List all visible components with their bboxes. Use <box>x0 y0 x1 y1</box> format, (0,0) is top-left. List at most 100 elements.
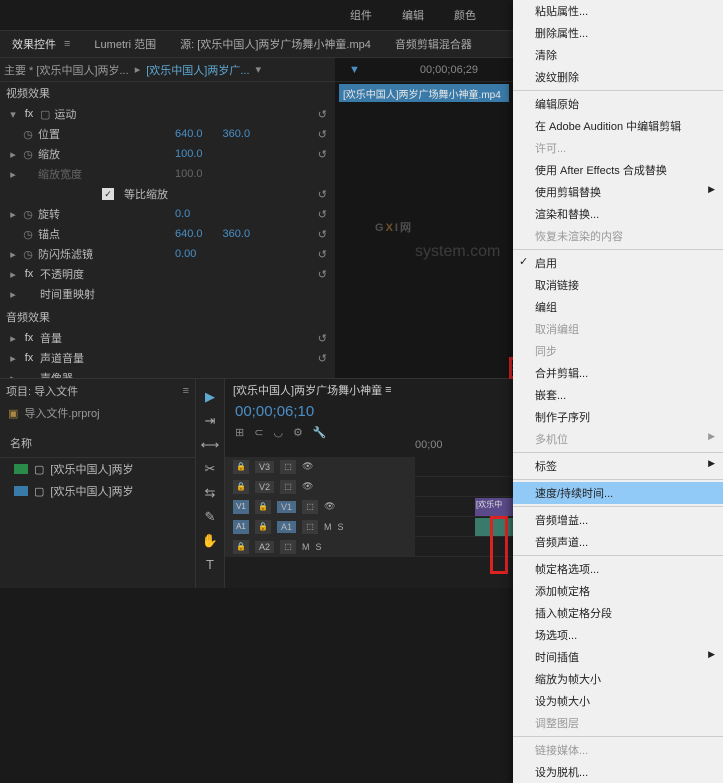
menu-enable[interactable]: ✓启用 <box>513 252 723 274</box>
lock-icon[interactable]: 🔒 <box>233 540 249 554</box>
ripple-edit-tool-icon[interactable]: ⟷ <box>201 437 220 453</box>
expand-icon[interactable]: ▸ <box>8 148 18 161</box>
lock-icon[interactable]: 🔒 <box>233 480 249 494</box>
anchor-y[interactable]: 360.0 <box>223 228 251 240</box>
snap-icon[interactable]: ⊞ <box>235 426 244 439</box>
item-checkbox[interactable]: ▢ <box>34 463 44 476</box>
slip-tool-icon[interactable]: ⇆ <box>205 485 216 501</box>
menu-nest[interactable]: 嵌套... <box>513 384 723 406</box>
reset-icon[interactable]: ↺ <box>318 188 327 201</box>
menu-speed-duration[interactable]: 速度/持续时间... <box>513 482 723 504</box>
mute-button[interactable]: M <box>324 522 332 532</box>
expand-icon[interactable]: ▸ <box>8 352 18 365</box>
project-item[interactable]: ▢[欢乐中国人]两岁 <box>0 480 195 502</box>
tab-audio-mixer[interactable]: 音频剪辑混合器 <box>383 36 484 52</box>
linked-selection-icon[interactable]: ⊂ <box>254 426 263 439</box>
reset-icon[interactable]: ↺ <box>318 208 327 221</box>
reset-icon[interactable]: ↺ <box>318 228 327 241</box>
expand-icon[interactable]: ▸ <box>8 288 18 301</box>
reset-icon[interactable]: ↺ <box>318 352 327 365</box>
expand-icon[interactable]: ▸ <box>8 268 18 281</box>
eye-icon[interactable]: 👁 <box>302 461 313 472</box>
expand-icon[interactable]: ▸ <box>8 332 18 345</box>
track-a2[interactable]: A2 <box>255 541 274 553</box>
fx-badge[interactable]: fx <box>22 108 36 120</box>
rotation-value[interactable]: 0.0 <box>175 208 190 220</box>
clip-bar[interactable]: [欢乐中国人]两岁广场舞小神童.mp4 <box>339 84 509 102</box>
flicker-value[interactable]: 0.00 <box>175 248 196 260</box>
ec-clip-label[interactable]: [欢乐中国人]两岁广... <box>146 62 249 78</box>
tab-source[interactable]: 源: [欢乐中国人]两岁广场舞小神童.mp4 <box>168 36 383 52</box>
track-v1[interactable]: V1 <box>277 501 296 513</box>
menu-field-options[interactable]: 场选项... <box>513 624 723 646</box>
position-x[interactable]: 640.0 <box>175 128 203 140</box>
stopwatch-icon[interactable]: ◷ <box>22 128 34 141</box>
fx-badge[interactable]: fx <box>22 268 36 280</box>
expand-icon[interactable]: ▸ <box>8 168 18 181</box>
tab-color[interactable]: 颜色 <box>454 7 476 23</box>
panel-menu-icon[interactable]: ≡ <box>64 38 70 50</box>
lock-icon[interactable]: 🔒 <box>255 520 271 534</box>
menu-add-frame-hold[interactable]: 添加帧定格 <box>513 580 723 602</box>
tab-edit[interactable]: 编辑 <box>402 7 424 23</box>
opacity-label[interactable]: 不透明度 <box>40 266 84 282</box>
toggle-output-icon[interactable]: ⬚ <box>302 520 318 534</box>
menu-make-offline[interactable]: 设为脱机... <box>513 761 723 783</box>
project-title[interactable]: 项目: 导入文件 <box>6 383 78 399</box>
tab-effect-controls[interactable]: 效果控件≡ <box>0 36 82 52</box>
pen-tool-icon[interactable]: ✎ <box>205 509 216 525</box>
stopwatch-icon[interactable]: ◷ <box>22 208 34 221</box>
expand-icon[interactable]: ▾ <box>8 108 18 121</box>
toggle-output-icon[interactable]: ⬚ <box>280 480 296 494</box>
position-y[interactable]: 360.0 <box>223 128 251 140</box>
menu-frame-hold-options[interactable]: 帧定格选项... <box>513 558 723 580</box>
fx-badge[interactable]: fx <box>22 352 36 364</box>
eye-icon[interactable]: 👁 <box>302 481 313 492</box>
reset-icon[interactable]: ↺ <box>318 268 327 281</box>
tab-assembly[interactable]: 组件 <box>350 7 372 23</box>
menu-clear[interactable]: 清除 <box>513 44 723 66</box>
scale-value[interactable]: 100.0 <box>175 148 203 160</box>
menu-insert-frame-hold-segment[interactable]: 插入帧定格分段 <box>513 602 723 624</box>
item-checkbox[interactable]: ▢ <box>34 485 44 498</box>
reset-icon[interactable]: ↺ <box>318 248 327 261</box>
menu-edit-original[interactable]: 编辑原始 <box>513 93 723 115</box>
stopwatch-icon[interactable]: ◷ <box>22 248 34 261</box>
dropdown-icon[interactable]: ▾ <box>256 63 262 76</box>
timeremap-label[interactable]: 时间重映射 <box>40 286 95 302</box>
menu-unlink[interactable]: 取消链接 <box>513 274 723 296</box>
toggle-output-icon[interactable]: ⬚ <box>280 540 296 554</box>
fx-badge[interactable]: fx <box>22 332 36 344</box>
track-select-tool-icon[interactable]: ⇥ <box>205 413 216 429</box>
menu-edit-audition[interactable]: 在 Adobe Audition 中编辑剪辑 <box>513 115 723 137</box>
mute-button[interactable]: M <box>302 542 310 552</box>
toggle-output-icon[interactable]: ⬚ <box>302 500 318 514</box>
source-patch-v1[interactable]: V1 <box>233 500 249 514</box>
motion-label[interactable]: 运动 <box>54 106 76 122</box>
volume-label[interactable]: 音量 <box>40 330 62 346</box>
menu-ripple-delete[interactable]: 波纹删除 <box>513 66 723 88</box>
marker-icon[interactable]: ◡ <box>273 426 283 439</box>
project-item[interactable]: ▢[欢乐中国人]两岁 <box>0 458 195 480</box>
menu-merge-clips[interactable]: 合并剪辑... <box>513 362 723 384</box>
menu-remove-attributes[interactable]: 删除属性... <box>513 22 723 44</box>
source-patch-a1[interactable]: A1 <box>233 520 249 534</box>
stopwatch-icon[interactable]: ◷ <box>22 228 34 241</box>
uniform-scale-checkbox[interactable]: ✓ <box>102 188 114 200</box>
eye-icon[interactable]: 👁 <box>324 501 335 512</box>
menu-clip-replace[interactable]: 使用剪辑替换▶ <box>513 181 723 203</box>
playhead-marker[interactable]: ▼ <box>349 64 360 76</box>
menu-audio-channels[interactable]: 音频声道... <box>513 531 723 553</box>
reset-icon[interactable]: ↺ <box>318 108 327 121</box>
reset-icon[interactable]: ↺ <box>318 128 327 141</box>
expand-icon[interactable]: ▸ <box>8 372 18 379</box>
menu-scale-to-frame[interactable]: 缩放为帧大小 <box>513 668 723 690</box>
wrench-icon[interactable]: 🔧 <box>313 426 327 439</box>
panel-menu-icon[interactable]: ≡ <box>183 385 189 397</box>
menu-paste-attributes[interactable]: 粘贴属性... <box>513 0 723 22</box>
menu-label[interactable]: 标签▶ <box>513 455 723 477</box>
expand-icon[interactable]: ▸ <box>8 248 18 261</box>
expand-icon[interactable]: ▸ <box>8 208 18 221</box>
menu-audio-gain[interactable]: 音频增益... <box>513 509 723 531</box>
menu-time-interpolation[interactable]: 时间插值▶ <box>513 646 723 668</box>
